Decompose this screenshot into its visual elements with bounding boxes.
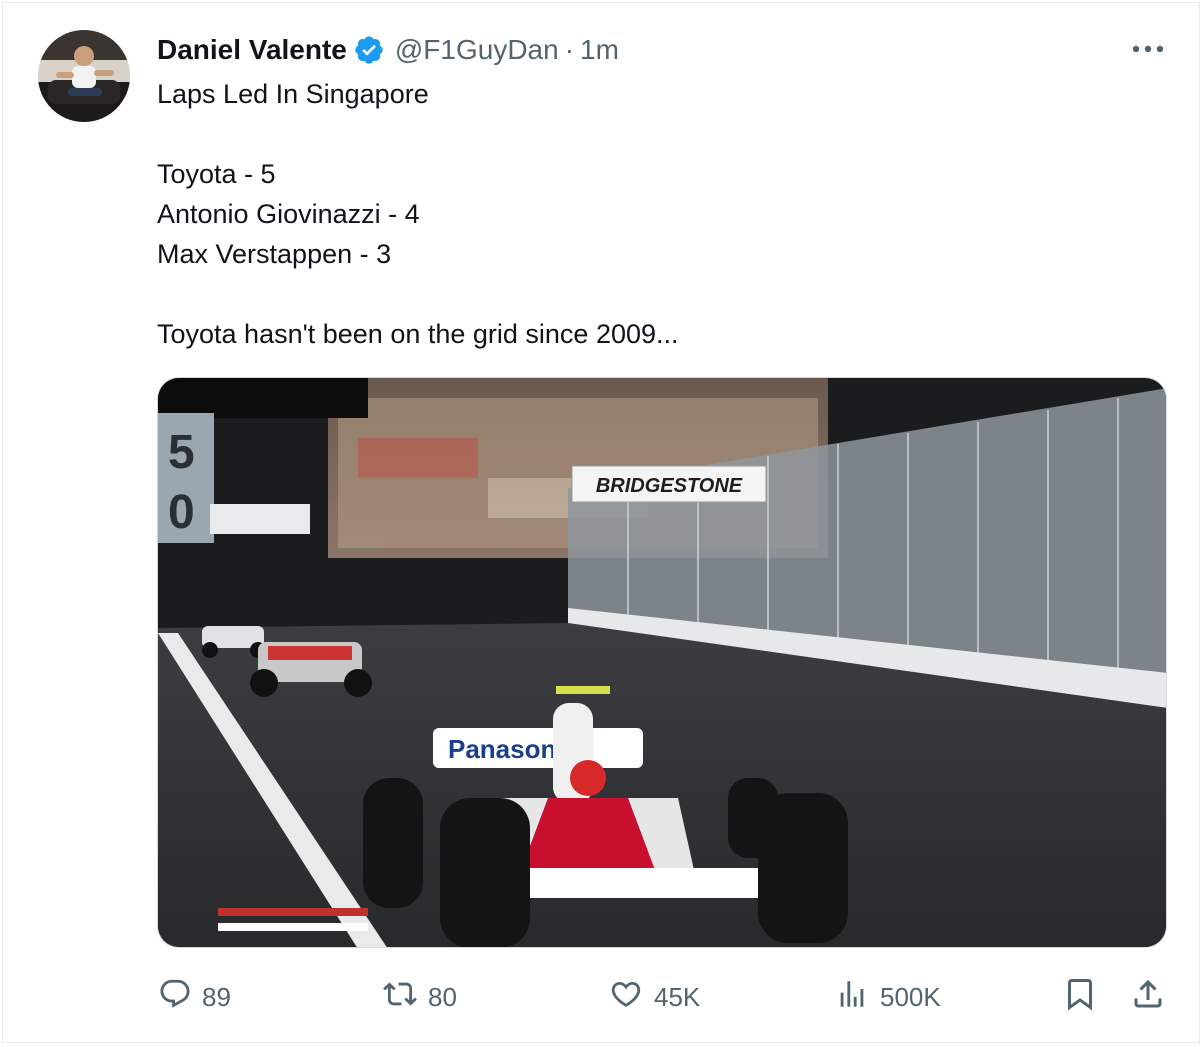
header-separator: · — [564, 34, 575, 65]
tweet-list-item: Toyota - 5 — [157, 159, 276, 189]
author-avatar[interactable] — [38, 30, 130, 122]
sponsor-sign: BRIDGESTONE — [596, 475, 743, 497]
reply-count: 89 — [202, 981, 231, 1012]
author-handle[interactable]: @F1GuyDan — [395, 34, 559, 66]
more-options-icon[interactable] — [1128, 34, 1168, 64]
tweet-title-line: Laps Led In Singapore — [157, 79, 429, 109]
tweet-timestamp[interactable]: 1m — [580, 34, 619, 66]
board-number: 5 — [168, 426, 195, 479]
author-name[interactable]: Daniel Valente — [157, 34, 347, 66]
tweet-header: Daniel Valente @F1GuyDan · 1m — [157, 30, 619, 70]
retweet-icon — [382, 977, 418, 1018]
like-icon — [608, 977, 644, 1018]
tweet-text: Laps Led In Singapore Toyota - 5 Antonio… — [157, 74, 1157, 354]
bookmark-icon — [1062, 976, 1098, 1019]
tweet-media-image[interactable]: 5 0 BRIDGESTONE Panasonic — [157, 377, 1167, 948]
avatar-photo-icon — [38, 30, 130, 122]
verified-badge-icon[interactable] — [353, 34, 385, 66]
tweet-action-bar: 89 80 45K 500K — [0, 972, 1204, 1022]
tweet-list-item: Max Verstappen - 3 — [157, 239, 392, 269]
reply-icon — [158, 977, 192, 1018]
like-count: 45K — [654, 981, 701, 1012]
retweet-count: 80 — [428, 981, 457, 1012]
f1-race-photo: 5 0 BRIDGESTONE Panasonic — [158, 378, 1166, 947]
views-count: 500K — [880, 981, 941, 1012]
svg-text:0: 0 — [168, 486, 195, 539]
bookmark-button[interactable] — [1062, 972, 1098, 1022]
share-icon — [1130, 976, 1166, 1019]
reply-button[interactable]: 89 — [158, 972, 231, 1022]
views-icon — [834, 977, 870, 1018]
tweet-closing-line: Toyota hasn't been on the grid since 200… — [157, 319, 679, 349]
views-button[interactable]: 500K — [834, 972, 941, 1022]
tweet-list-item: Antonio Giovinazzi - 4 — [157, 199, 420, 229]
retweet-button[interactable]: 80 — [382, 972, 457, 1022]
like-button[interactable]: 45K — [608, 972, 700, 1022]
share-button[interactable] — [1130, 972, 1166, 1022]
